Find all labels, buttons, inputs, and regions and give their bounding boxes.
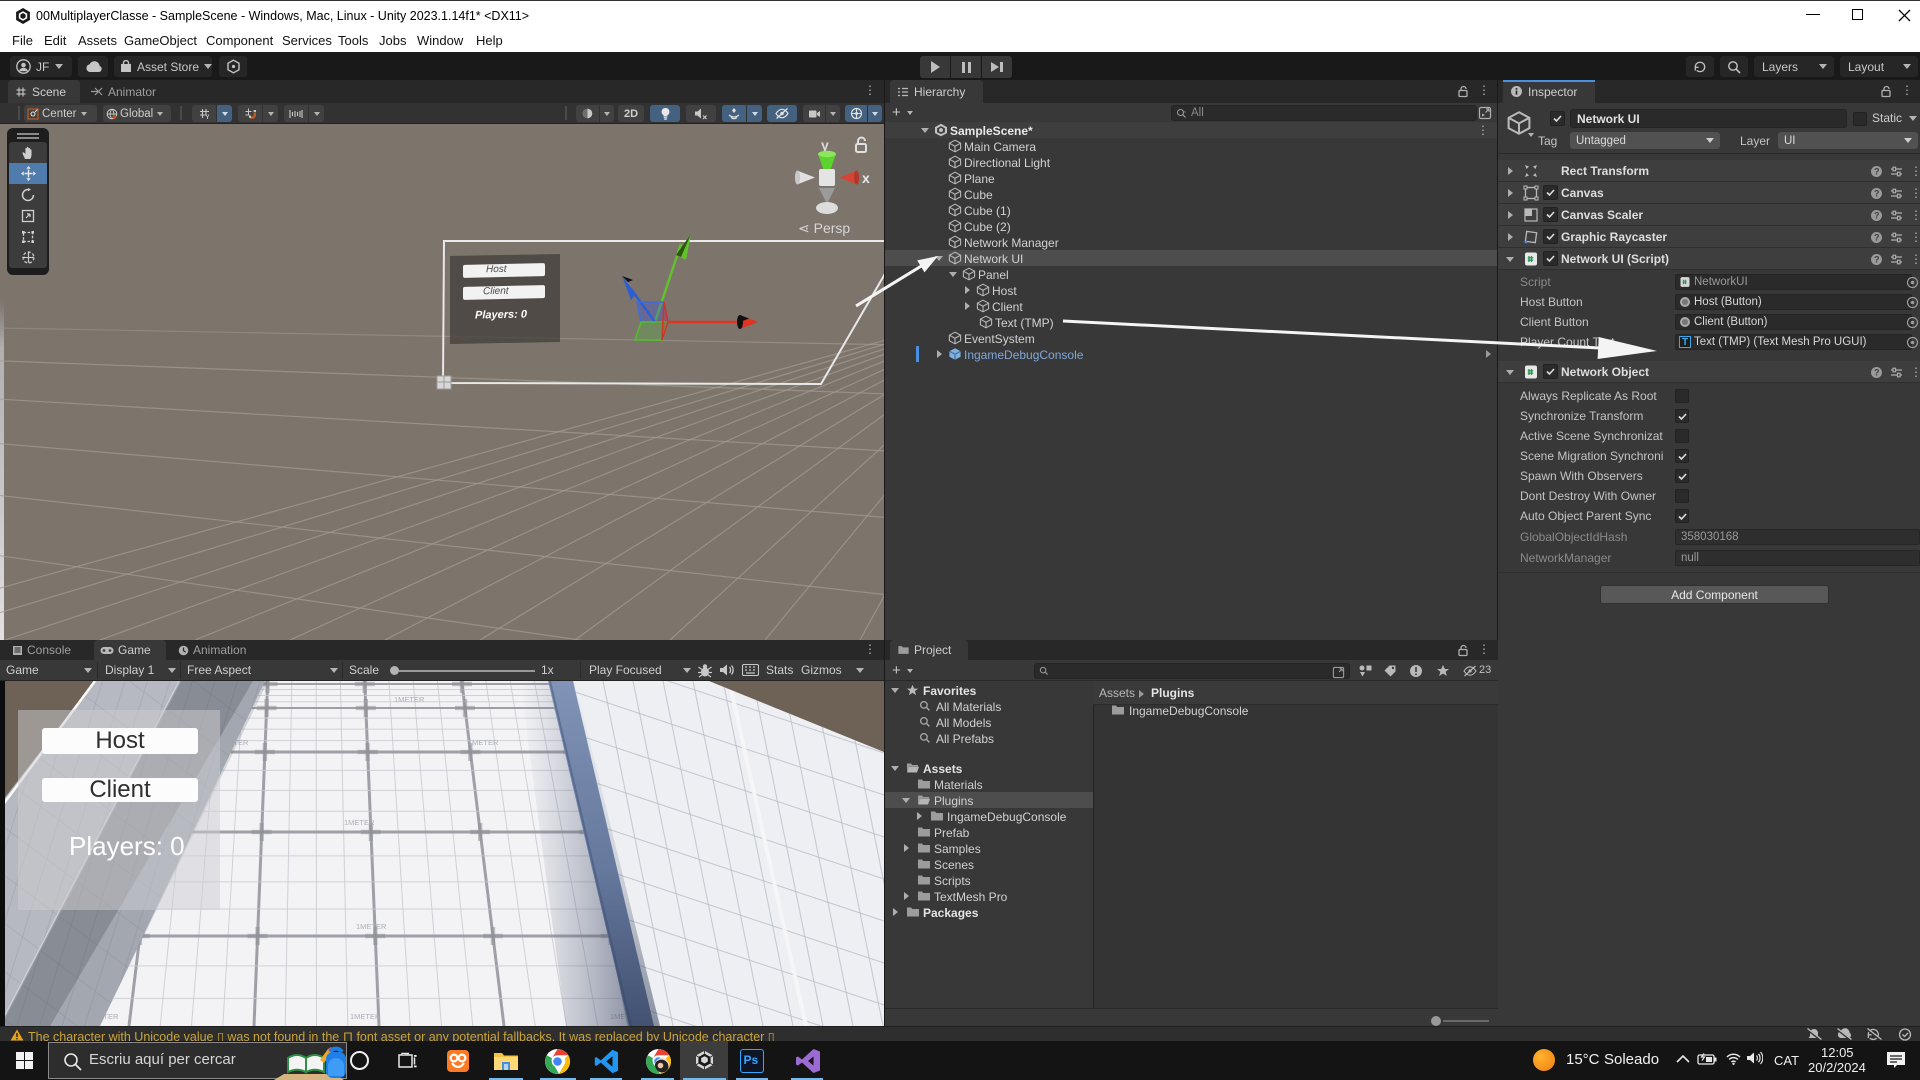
svg-text:?: ?: [1874, 368, 1880, 378]
svg-text:y: y: [821, 137, 829, 153]
svg-text:?: ?: [1874, 211, 1880, 221]
svg-text:1METER: 1METER: [468, 738, 499, 747]
svg-text:?: ?: [1874, 167, 1880, 177]
svg-text:1METER: 1METER: [356, 922, 387, 931]
svg-text:Y: Y: [205, 115, 209, 120]
svg-text:?: ?: [1874, 255, 1880, 265]
svg-text:1METER: 1METER: [350, 1012, 381, 1021]
svg-text:?: ?: [1874, 233, 1880, 243]
svg-text:?: ?: [1874, 189, 1880, 199]
svg-text:1METER: 1METER: [394, 695, 425, 704]
svg-text:x: x: [862, 170, 870, 186]
svg-text:1METER: 1METER: [344, 818, 375, 827]
